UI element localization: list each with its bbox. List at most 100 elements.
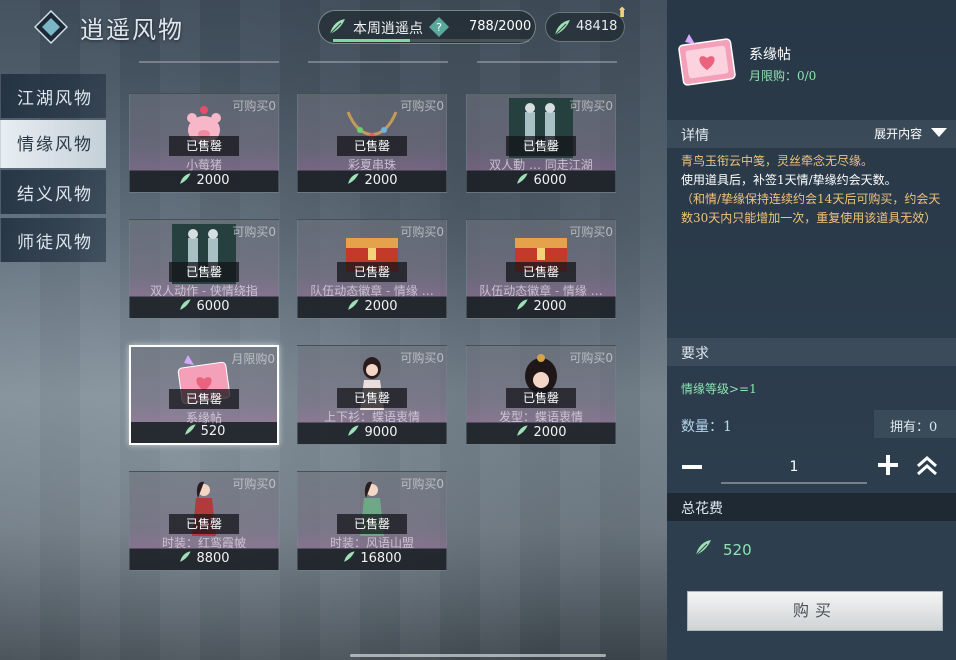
scrolled-row-edge [139, 55, 279, 63]
sold-out-badge: 已售罄 [337, 136, 407, 156]
item-card[interactable]: 可购买0 已售罄时装：风语山盟 16800 [297, 471, 447, 571]
owned-count: 拥有：0 [874, 410, 956, 438]
leaf-icon [184, 424, 196, 435]
item-price: 6000 [130, 298, 278, 316]
svg-text:?: ? [436, 21, 442, 34]
sold-out-badge: 已售罄 [506, 136, 576, 156]
logo-diamond-icon [34, 10, 68, 44]
item-price-value: 6000 [196, 299, 230, 314]
item-card[interactable]: 可购买0 已售罄上下衫：蝶语衷情 9000 [297, 345, 447, 445]
currency-value: 48418 [576, 19, 618, 34]
buy-button[interactable]: 购买 [687, 591, 943, 631]
purchase-limit-tag: 月限购0 [231, 352, 275, 366]
sold-out-badge: 已售罄 [337, 514, 407, 534]
max-quantity-icon[interactable] [915, 454, 939, 478]
item-name: 上下衫：蝶语衷情 [323, 410, 420, 424]
item-price: 520 [131, 423, 277, 441]
item-name: 队伍动态徽章 - 情缘 … [479, 284, 603, 298]
item-price-value: 2000 [364, 173, 398, 188]
purchase-limit-tag: 可购买0 [232, 477, 276, 491]
leaf-icon [180, 299, 192, 310]
purchase-limit-tag: 可购买0 [400, 99, 444, 113]
item-name: 时装：风语山盟 [329, 536, 414, 550]
item-price: 2000 [467, 424, 615, 442]
leaf-icon [517, 299, 529, 310]
purchase-limit-tag: 可购买0 [569, 225, 613, 239]
tab-qingyuan[interactable]: 情缘风物 [0, 120, 106, 168]
detail-panel: 系缘帖 月限购：0/0 详情 展开内容 青鸟玉衔云中笺，灵丝牵念无尽缘。 使用道… [667, 0, 956, 660]
item-price-value: 2000 [364, 299, 398, 314]
total-cost-label: 总花费 [681, 501, 723, 517]
item-card[interactable]: 可购买0 已售罄 队伍动态徽章 - 情缘 … 2000 [297, 219, 447, 319]
item-card[interactable]: 可购买0 已售罄彩夏串珠 2000 [297, 93, 447, 193]
purchase-limit-tag: 可购买0 [400, 225, 444, 239]
sold-out-badge: 已售罄 [337, 388, 407, 408]
item-price-value: 2000 [196, 173, 230, 188]
leaf-icon [344, 551, 355, 562]
item-price: 16800 [298, 550, 446, 568]
item-price-value: 9000 [364, 425, 398, 440]
weekly-points-label: 本周逍遥点 [353, 21, 423, 37]
item-title: 系缘帖 [749, 47, 791, 63]
leaf-icon [517, 425, 529, 436]
item-card[interactable]: 可购买0 已售罄 双人動 … 同走江湖 6000 [466, 93, 616, 193]
envelope-card-icon [678, 34, 736, 86]
quantity-row: 数量：1 拥有：0 [667, 410, 956, 438]
weekly-progress-fill [333, 39, 411, 42]
arrow-up-icon: ⬆ [616, 5, 628, 21]
purchase-limit-tag: 可购买0 [400, 477, 444, 491]
tab-jianghu[interactable]: 江湖风物 [0, 74, 106, 118]
item-price-value: 6000 [533, 173, 567, 188]
scroll-indicator[interactable] [350, 654, 606, 657]
item-card[interactable]: 月限购0 已售罄 系缘帖 520 [129, 345, 279, 445]
tab-label: 结义风物 [17, 185, 93, 205]
item-price-value: 2000 [533, 299, 567, 314]
item-card[interactable]: 可购买0 已售罄 双人动作 - 侠情绕指 6000 [129, 219, 279, 319]
weekly-points: 本周逍遥点 ? 788/2000 [318, 10, 536, 44]
item-name: 时装：红鸾霞帔 [161, 536, 246, 550]
leaf-icon [180, 551, 192, 562]
tab-shitu[interactable]: 师徒风物 [0, 218, 106, 262]
scrolled-row-edge [477, 55, 617, 63]
header: 逍遥风物 本周逍遥点 ? 788/2000 48418 ⬆ [0, 0, 667, 52]
item-card[interactable]: 可购买0 已售罄 时装：红鸾霞帔 8800 [129, 471, 279, 571]
quantity-input[interactable]: 1 [721, 450, 867, 484]
item-name: 发型：蝶语衷情 [498, 410, 583, 424]
total-cost-value: 520 [723, 541, 752, 559]
leaf-icon [554, 20, 570, 36]
quantity-stepper: 1 [667, 446, 956, 488]
desc-line-1: 青鸟玉衔云中笺，灵丝牵念无尽缘。 [681, 154, 874, 168]
item-description: 青鸟玉衔云中笺，灵丝牵念无尽缘。 使用道具后，补签1天情/挚缘约会天数。 （和情… [681, 152, 949, 228]
purchase-limit-tag: 可购买0 [400, 351, 444, 365]
details-header: 详情 展开内容 [667, 120, 956, 148]
plus-icon[interactable] [877, 454, 899, 476]
currency-display[interactable]: 48418 ⬆ [545, 5, 628, 42]
item-card[interactable]: 可购买0 已售罄 小莓猪 2000 [129, 93, 279, 193]
tab-label: 情缘风物 [17, 135, 93, 155]
item-price-value: 520 [200, 424, 226, 439]
item-price: 6000 [467, 172, 615, 190]
leaf-icon [329, 19, 345, 35]
minus-icon[interactable] [681, 456, 703, 478]
expand-content-button[interactable]: 展开内容 [874, 125, 948, 142]
item-card[interactable]: 可购买0 已售罄 发型：蝶语衷情 2000 [466, 345, 616, 445]
item-name: 小莓猪 [185, 158, 222, 172]
item-price: 8800 [130, 550, 278, 568]
desc-line-3: （和情/挚缘保持连续约会14天后可购买，约会天数30天内只能增加一次，重复使用该… [681, 192, 941, 225]
item-card[interactable]: 可购买0 已售罄 队伍动态徽章 - 情缘 … 2000 [466, 219, 616, 319]
sold-out-badge: 已售罄 [169, 389, 239, 409]
item-limit: 月限购：0/0 [749, 69, 817, 83]
item-price: 2000 [130, 172, 278, 190]
item-name: 彩夏串珠 [347, 158, 396, 172]
purchase-limit-tag: 可购买0 [569, 99, 613, 113]
desc-line-2: 使用道具后，补签1天情/挚缘约会天数。 [681, 173, 897, 187]
purchase-limit-tag: 可购买0 [569, 351, 613, 365]
tab-jieyi[interactable]: 结义风物 [0, 170, 106, 214]
total-cost-header: 总花费 [667, 493, 956, 521]
requirement-label: 要求 [681, 346, 709, 362]
total-cost: 520 [693, 538, 752, 559]
tab-label: 师徒风物 [17, 233, 93, 253]
help-diamond-icon[interactable]: ? [429, 17, 449, 37]
chevron-down-icon [931, 128, 947, 137]
scrolled-row-edge [308, 55, 448, 63]
